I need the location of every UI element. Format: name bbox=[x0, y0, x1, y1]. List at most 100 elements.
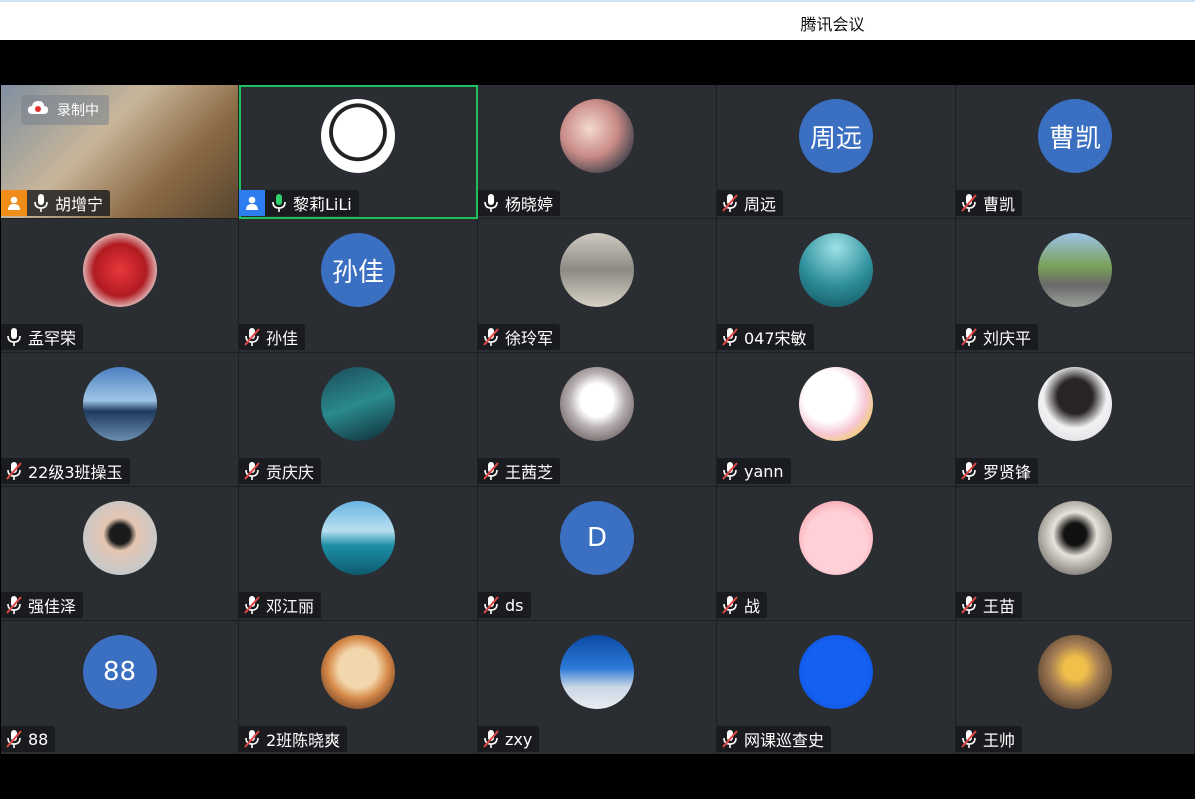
participant-nameplate: 22级3班操玉 bbox=[1, 458, 130, 484]
participant-nameplate: 曹凯 bbox=[956, 190, 1023, 216]
participant-nameplate: 王苗 bbox=[956, 592, 1023, 618]
participant-tile[interactable]: 孙佳 孙佳 bbox=[239, 219, 478, 353]
participant-nameplate: 黎莉LiLi bbox=[239, 190, 359, 216]
participant-name: 88 bbox=[28, 729, 49, 749]
participant-tile[interactable]: 王苗 bbox=[956, 487, 1195, 621]
participant-tile[interactable]: yann bbox=[717, 353, 956, 487]
participant-nameplate: 周远 bbox=[717, 190, 784, 216]
participant-avatar bbox=[82, 367, 157, 441]
mic-muted-icon bbox=[960, 327, 978, 347]
participant-name: 王茜芝 bbox=[505, 463, 554, 482]
participant-avatar: 周远 bbox=[799, 99, 873, 173]
mic-muted-icon bbox=[482, 595, 500, 615]
mic-muted-icon bbox=[243, 327, 261, 347]
participant-name: zxy bbox=[505, 729, 533, 749]
participant-avatar bbox=[1038, 233, 1112, 307]
participant-nameplate: 2班陈晓爽 bbox=[239, 726, 348, 752]
participant-name: 刘庆平 bbox=[983, 329, 1032, 348]
title-bar: 腾讯会议 bbox=[0, 0, 1195, 40]
participant-avatar bbox=[560, 367, 634, 441]
title-bar-accent bbox=[0, 0, 1195, 2]
participant-nameplate: 徐玲军 bbox=[478, 324, 561, 350]
participant-tile[interactable]: 黎莉LiLi bbox=[239, 85, 478, 219]
participant-nameplate: 88 bbox=[1, 726, 56, 752]
participant-avatar bbox=[321, 501, 395, 575]
participant-avatar: 孙佳 bbox=[321, 233, 395, 307]
mic-muted-icon bbox=[960, 461, 978, 481]
mic-muted-icon bbox=[721, 729, 739, 749]
mic-muted-icon bbox=[721, 595, 739, 615]
mic-muted-icon bbox=[721, 461, 739, 481]
participant-avatar bbox=[1038, 635, 1112, 709]
participant-tile[interactable]: 刘庆平 bbox=[956, 219, 1195, 353]
mic-muted-icon bbox=[721, 327, 739, 347]
participant-tile[interactable]: 徐玲军 bbox=[478, 219, 717, 353]
participant-name: 曹凯 bbox=[983, 195, 1016, 214]
participant-tile[interactable]: 战 bbox=[717, 487, 956, 621]
participant-avatar bbox=[82, 233, 157, 307]
mic-muted-icon bbox=[960, 729, 978, 749]
participant-nameplate: 邓江丽 bbox=[239, 592, 322, 618]
window-title: 腾讯会议 bbox=[800, 15, 865, 34]
participant-name: 2班陈晓爽 bbox=[266, 731, 341, 750]
participant-tile[interactable]: 周远 周远 bbox=[717, 85, 956, 219]
participant-nameplate: 047宋敏 bbox=[717, 324, 814, 350]
participant-name: 王苗 bbox=[983, 597, 1016, 616]
participant-nameplate: 网课巡查史 bbox=[717, 726, 832, 752]
participant-nameplate: 王帅 bbox=[956, 726, 1023, 752]
participant-nameplate: 胡增宁 bbox=[1, 190, 111, 216]
participant-avatar bbox=[799, 501, 873, 575]
mic-muted-icon bbox=[482, 461, 500, 481]
mic-muted-icon bbox=[243, 729, 261, 749]
participant-tile[interactable]: 曹凯 曹凯 bbox=[956, 85, 1195, 219]
participant-nameplate: 罗贤锋 bbox=[956, 458, 1039, 484]
participant-tile[interactable]: Dds bbox=[478, 487, 717, 621]
participant-tile[interactable]: 孟罕荣 bbox=[1, 219, 239, 353]
participant-name: 黎莉LiLi bbox=[293, 195, 352, 214]
participant-tile[interactable]: 贡庆庆 bbox=[239, 353, 478, 487]
participant-name: 孟罕荣 bbox=[28, 329, 77, 348]
participant-tile[interactable]: 网课巡查史 bbox=[717, 621, 956, 755]
participant-nameplate: 孟罕荣 bbox=[1, 324, 84, 350]
mic-muted-icon bbox=[5, 461, 23, 481]
participant-nameplate: 刘庆平 bbox=[956, 324, 1039, 350]
participant-tile[interactable]: zxy bbox=[478, 621, 717, 755]
bottom-toolbar-area bbox=[0, 754, 1195, 799]
participant-name: 网课巡查史 bbox=[744, 731, 825, 750]
participant-tile[interactable]: 杨晓婷 bbox=[478, 85, 717, 219]
participant-grid: 录制中 胡增宁 黎莉LiLi 杨晓婷 周远 周远 曹凯 曹凯 孟罕荣 孙佳 孙佳 徐玲军 047宋敏 刘庆… bbox=[1, 85, 1195, 755]
recording-indicator: 录制中 bbox=[21, 95, 109, 125]
participant-tile[interactable]: 88 88 bbox=[1, 621, 239, 755]
participant-nameplate: 孙佳 bbox=[239, 324, 306, 350]
participant-avatar: D bbox=[560, 501, 634, 575]
participant-name: 罗贤锋 bbox=[983, 463, 1032, 482]
participant-avatar bbox=[560, 99, 634, 173]
mic-muted-icon bbox=[5, 595, 23, 615]
mic-muted-icon bbox=[5, 729, 23, 749]
participant-name: 贡庆庆 bbox=[266, 463, 315, 482]
participant-name: 047宋敏 bbox=[744, 329, 807, 348]
mic-muted-icon bbox=[960, 193, 978, 213]
participant-tile[interactable]: 22级3班操玉 bbox=[1, 353, 239, 487]
participant-nameplate: 贡庆庆 bbox=[239, 458, 322, 484]
participant-tile[interactable]: 邓江丽 bbox=[239, 487, 478, 621]
participant-name: ds bbox=[505, 595, 524, 615]
mic-speaking-icon bbox=[270, 193, 288, 213]
participant-name: 杨晓婷 bbox=[505, 195, 554, 214]
participant-avatar bbox=[1038, 367, 1112, 441]
participant-tile[interactable]: 王茜芝 bbox=[478, 353, 717, 487]
participant-tile[interactable]: 2班陈晓爽 bbox=[239, 621, 478, 755]
participant-tile[interactable]: 罗贤锋 bbox=[956, 353, 1195, 487]
participant-name: yann bbox=[744, 461, 784, 481]
participant-avatar: 88 bbox=[82, 635, 157, 709]
mic-muted-icon bbox=[482, 729, 500, 749]
participant-tile[interactable]: 录制中胡增宁 bbox=[1, 85, 239, 219]
participant-tile[interactable]: 强佳泽 bbox=[1, 487, 239, 621]
participant-tile[interactable]: 047宋敏 bbox=[717, 219, 956, 353]
participant-tile[interactable]: 王帅 bbox=[956, 621, 1195, 755]
participant-avatar bbox=[799, 233, 873, 307]
participant-avatar bbox=[321, 635, 395, 709]
participant-nameplate: 强佳泽 bbox=[1, 592, 84, 618]
mic-muted-icon bbox=[482, 327, 500, 347]
participant-name: 强佳泽 bbox=[28, 597, 77, 616]
